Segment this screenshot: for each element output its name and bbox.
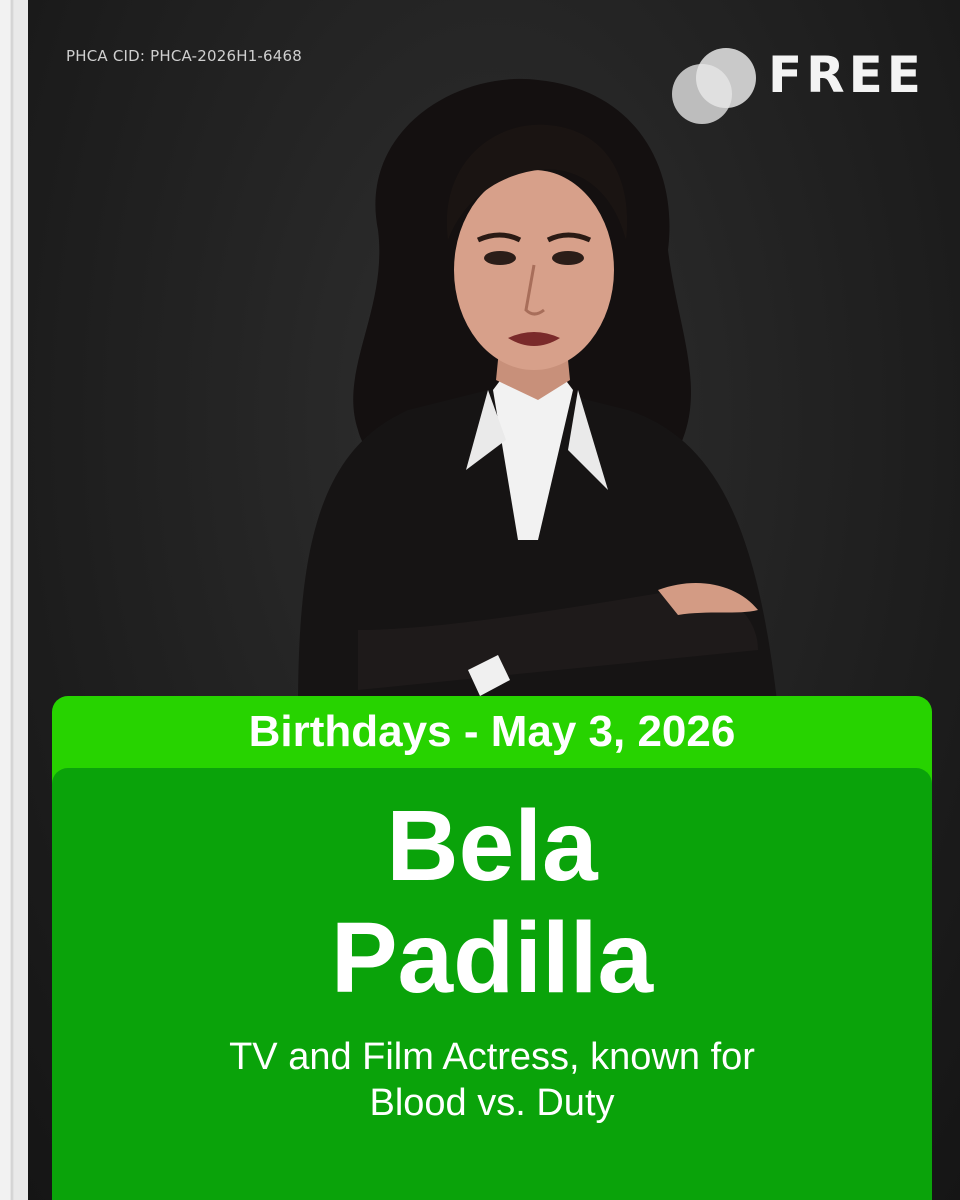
cid-label: PHCA CID: PHCA-2026H1-6468 bbox=[66, 47, 303, 65]
banner-heading: Birthdays - May 3, 2026 bbox=[248, 707, 736, 756]
portrait-image bbox=[298, 78, 778, 710]
left-edge-strip bbox=[0, 0, 28, 1200]
poster: PHCA CID: PHCA-2026H1-6468 FREE Birthday… bbox=[28, 0, 960, 1200]
person-name: Bela Padilla bbox=[52, 790, 932, 1014]
name-last: Padilla bbox=[330, 902, 654, 1014]
person-description: TV and Film Actress, known for Blood vs.… bbox=[52, 1034, 932, 1126]
description-line-1: TV and Film Actress, known for bbox=[229, 1036, 755, 1078]
name-panel: Bela Padilla TV and Film Actress, known … bbox=[52, 768, 932, 1200]
name-first: Bela bbox=[386, 790, 598, 902]
description-line-2: Blood vs. Duty bbox=[369, 1082, 615, 1124]
